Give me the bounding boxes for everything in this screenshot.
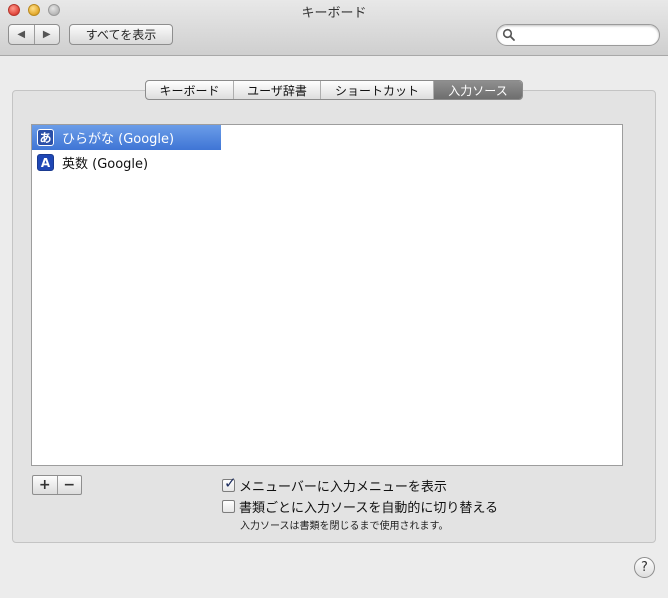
search-field[interactable] xyxy=(496,24,660,46)
show-input-menu-label[interactable]: メニューバーに入力メニューを表示 xyxy=(239,476,447,495)
alphanumeric-icon: A xyxy=(37,154,54,171)
auto-switch-checkbox[interactable] xyxy=(222,500,235,513)
add-remove-buttons: + − xyxy=(32,475,82,495)
input-source-detail xyxy=(221,124,623,466)
chevron-right-icon: ▶ xyxy=(42,29,51,40)
tab-input-sources[interactable]: 入力ソース xyxy=(434,81,522,99)
list-item-label: ひらがな (Google) xyxy=(62,132,175,147)
tab-bar: キーボード ユーザ辞書 ショートカット 入力ソース xyxy=(145,80,523,100)
list-item-alphanumeric[interactable]: A 英数 (Google) xyxy=(32,150,221,175)
show-input-menu-option[interactable]: ✓ メニューバーに入力メニューを表示 xyxy=(222,476,447,495)
hiragana-icon: あ xyxy=(37,129,54,146)
question-mark-icon: ? xyxy=(641,560,648,575)
search-input[interactable] xyxy=(519,27,655,45)
tab-keyboard[interactable]: キーボード xyxy=(146,81,234,99)
auto-switch-option[interactable]: 書類ごとに入力ソースを自動的に切り替える xyxy=(222,497,498,516)
show-all-button[interactable]: すべてを表示 xyxy=(69,24,173,45)
tab-user-dictionary[interactable]: ユーザ辞書 xyxy=(234,81,321,99)
search-icon xyxy=(502,28,515,41)
checkmark-icon: ✓ xyxy=(224,474,237,492)
remove-input-source-button[interactable]: − xyxy=(58,476,82,494)
help-button[interactable]: ? xyxy=(634,557,655,578)
forward-button[interactable]: ▶ xyxy=(35,25,60,44)
back-button[interactable]: ◀ xyxy=(9,25,35,44)
auto-switch-label[interactable]: 書類ごとに入力ソースを自動的に切り替える xyxy=(239,497,498,516)
input-source-list[interactable]: あ ひらがな (Google) A 英数 (Google) xyxy=(31,124,222,466)
list-item-hiragana[interactable]: あ ひらがな (Google) xyxy=(32,125,221,150)
tab-shortcuts[interactable]: ショートカット xyxy=(321,81,434,99)
list-item-label: 英数 (Google) xyxy=(62,157,149,172)
window-toolbar: キーボード ◀ ▶ すべてを表示 xyxy=(0,0,668,56)
show-input-menu-checkbox[interactable]: ✓ xyxy=(222,474,237,492)
add-input-source-button[interactable]: + xyxy=(33,476,58,494)
window-title: キーボード xyxy=(301,6,367,21)
history-nav: ◀ ▶ xyxy=(8,24,60,45)
chevron-left-icon: ◀ xyxy=(17,29,26,40)
auto-switch-note: 入力ソースは書類を閉じるまで使用されます。 xyxy=(240,521,449,532)
